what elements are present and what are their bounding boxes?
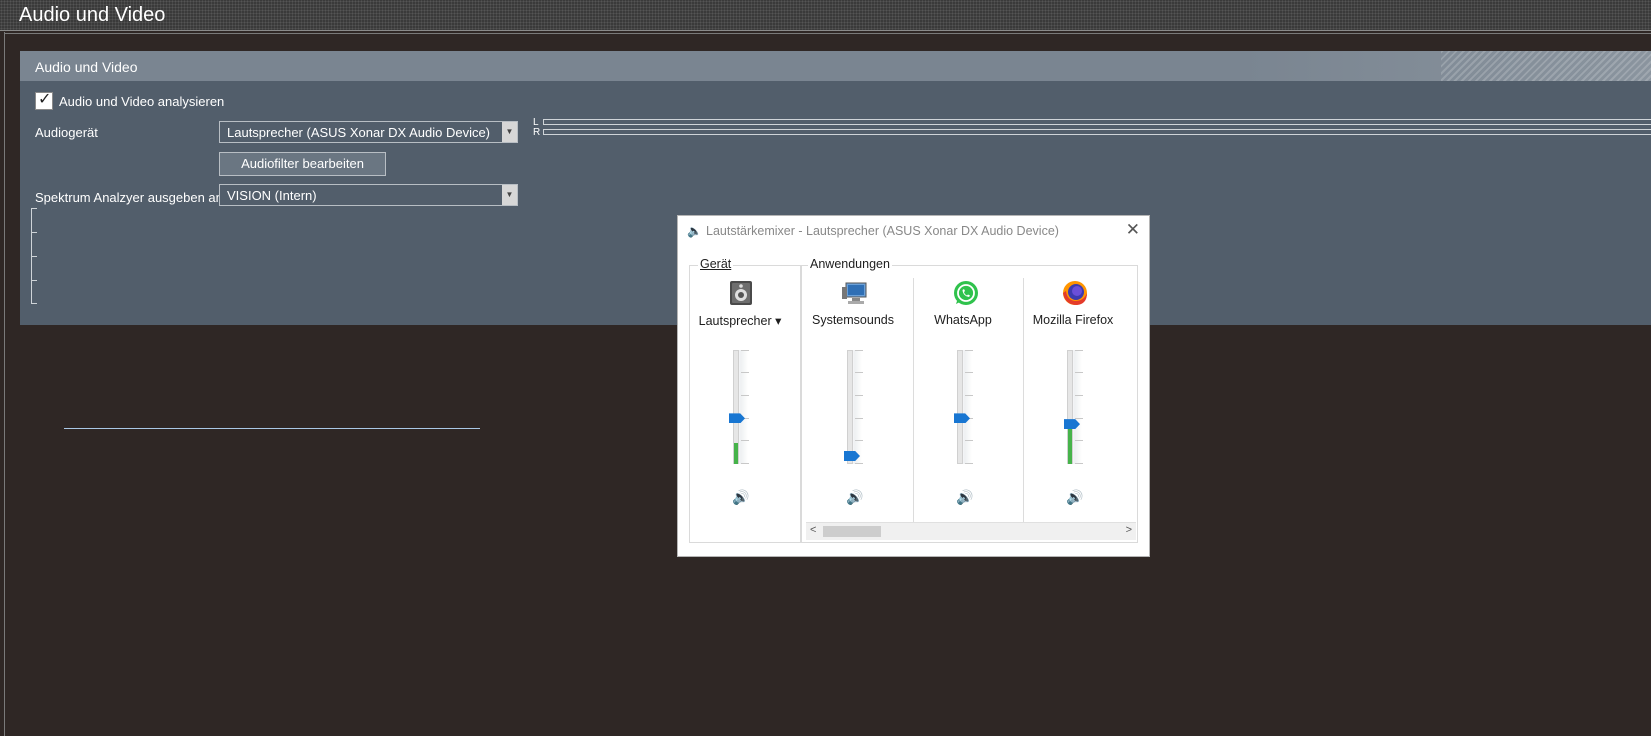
speaker-mute-icon[interactable]: 🔊 xyxy=(1066,489,1083,506)
dropdown-arrow-icon[interactable]: ▼ xyxy=(502,185,517,205)
system-sounds-icon xyxy=(842,282,867,304)
analyze-checkbox[interactable]: ✓ xyxy=(35,91,53,110)
panel-header: Audio und Video xyxy=(20,51,1651,81)
window-title: Audio und Video xyxy=(19,4,166,26)
speaker-small-icon: 🔈 xyxy=(687,224,702,238)
analyze-checkbox-label[interactable]: Audio und Video analysieren xyxy=(59,94,224,109)
peak-level-bar xyxy=(734,443,738,464)
volume-mixer-window: 🔈 Lautstärkemixer - Lautsprecher (ASUS X… xyxy=(677,215,1150,557)
scroll-left-icon[interactable]: < xyxy=(810,524,816,536)
spectrum-output-value: VISION (Intern) xyxy=(227,188,317,203)
frame-border-left xyxy=(4,32,5,736)
audio-device-select[interactable]: Lautsprecher (ASUS Xonar DX Audio Device… xyxy=(219,121,518,143)
firefox-icon xyxy=(1063,281,1087,305)
close-icon[interactable]: ✕ xyxy=(1126,220,1140,240)
mixer-title: Lautstärkemixer - Lautsprecher (ASUS Xon… xyxy=(706,224,1059,238)
header-decoration xyxy=(1441,51,1651,81)
spectrum-scale xyxy=(31,208,38,304)
speaker-mute-icon[interactable]: 🔊 xyxy=(846,489,863,506)
apps-group-label: Anwendungen xyxy=(808,257,892,271)
audio-device-value: Lautsprecher (ASUS Xonar DX Audio Device… xyxy=(227,125,491,140)
check-mark-icon: ✓ xyxy=(38,91,52,108)
level-meter-right xyxy=(543,129,1651,135)
panel-title: Audio und Video xyxy=(35,59,138,75)
edit-audio-filter-button[interactable]: Audiofilter bearbeiten xyxy=(219,152,386,176)
whatsapp-icon xyxy=(954,281,978,305)
audio-device-label: Audiogerät xyxy=(35,125,98,140)
window-titlebar: Audio und Video xyxy=(0,0,1651,31)
spectrum-output-label: Spektrum Analzyer ausgeben an xyxy=(35,190,223,205)
app-name: Systemsounds xyxy=(812,313,894,327)
dropdown-arrow-icon[interactable]: ▼ xyxy=(502,122,517,142)
volume-slider-track[interactable] xyxy=(957,350,963,464)
volume-slider-track[interactable] xyxy=(847,350,853,464)
frame-border-top xyxy=(4,33,1651,34)
app-name: Mozilla Firefox xyxy=(1032,313,1114,327)
spectrum-output-select[interactable]: VISION (Intern) ▼ xyxy=(219,184,518,206)
speaker-mute-icon[interactable]: 🔊 xyxy=(956,489,973,506)
speaker-mute-icon[interactable]: 🔊 xyxy=(732,489,749,506)
device-group-label: Gerät xyxy=(698,257,734,271)
horizontal-scrollbar[interactable]: < > xyxy=(806,522,1136,540)
scroll-right-icon[interactable]: > xyxy=(1126,524,1132,536)
device-name[interactable]: Lautsprecher ▾ xyxy=(686,313,794,328)
level-meter-left xyxy=(543,119,1651,125)
scrollbar-thumb[interactable] xyxy=(823,526,881,537)
peak-level-bar xyxy=(1068,424,1072,464)
speaker-device-icon xyxy=(730,281,752,305)
app-name: WhatsApp xyxy=(934,313,992,327)
meter-label-right: R xyxy=(533,127,541,138)
volume-reference-line xyxy=(64,428,480,429)
